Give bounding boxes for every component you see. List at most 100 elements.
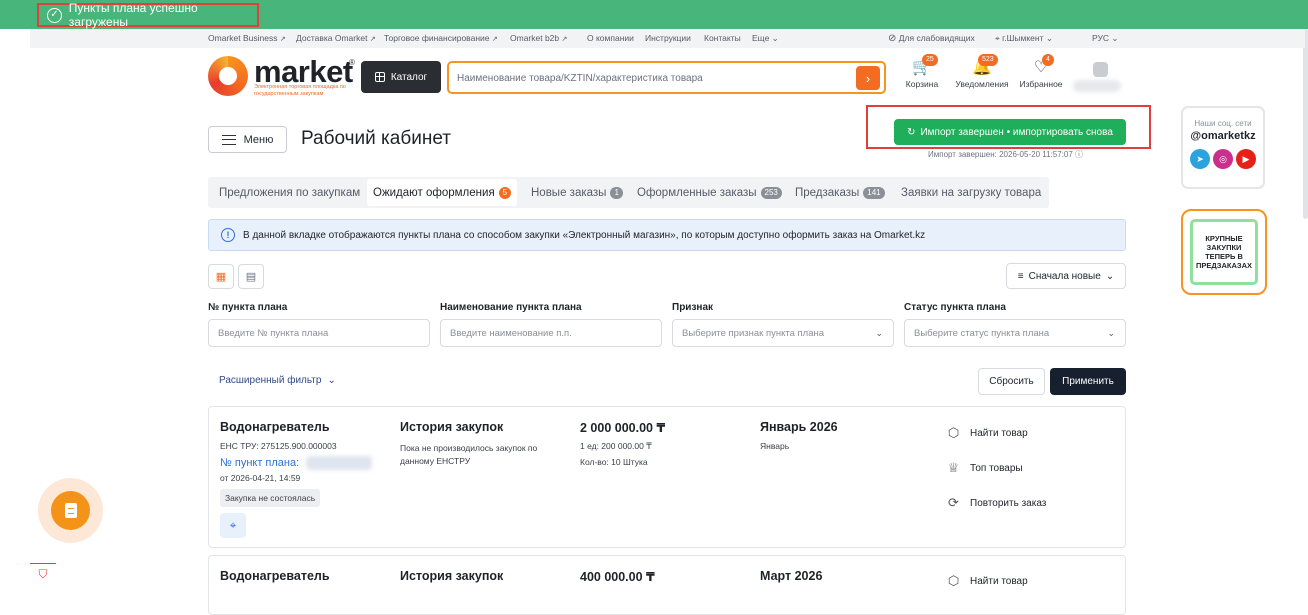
- refresh-icon: ↻: [907, 126, 916, 138]
- chevron-down-icon: ⌄: [1107, 328, 1115, 338]
- tab-count-badge: 5: [498, 186, 512, 199]
- apply-button[interactable]: Применить: [1050, 368, 1126, 395]
- logo[interactable]: market ® Электронная торговая площадка п…: [208, 54, 358, 100]
- total-price: 2 000 000.00 ₸: [580, 421, 666, 435]
- page-title: Рабочий кабинет: [301, 128, 451, 149]
- location-pin-icon: ⌖: [995, 33, 1000, 43]
- chevron-down-icon: ⌄: [1105, 270, 1115, 282]
- external-link-icon: ↗: [369, 36, 376, 43]
- promo-banner[interactable]: КРУПНЫЕ ЗАКУПКИ ТЕПЕРЬ В ПРЕДЗАКАЗАХ: [1181, 209, 1267, 295]
- filter-label: Статус пункта плана: [904, 302, 1006, 313]
- catalog-button[interactable]: Каталог: [361, 61, 441, 93]
- check-circle-icon: ✓: [47, 7, 62, 23]
- heart-icon: ♡ 4: [1018, 54, 1064, 79]
- plan-month: Март 2026: [760, 569, 823, 583]
- plan-name-input[interactable]: Введите наименование п.п.: [440, 319, 662, 347]
- advanced-filter-toggle[interactable]: Расширенный фильтр ⌄: [219, 375, 336, 386]
- eye-off-icon: ⊘: [888, 33, 897, 44]
- import-again-button[interactable]: ↻ Импорт завершен • импортировать снова: [894, 119, 1126, 145]
- feature-select[interactable]: Выберите признак пункта плана ⌄: [672, 319, 894, 347]
- tab-offers[interactable]: Предложения по закупкам: [219, 177, 360, 208]
- tab-preorders[interactable]: Предзаказы 141: [795, 177, 885, 208]
- instagram-icon[interactable]: ◎: [1213, 149, 1233, 169]
- tab-upload-requests[interactable]: Заявки на загрузку товара: [901, 177, 1041, 208]
- grid-icon: [374, 72, 385, 82]
- search-submit-button[interactable]: ›: [856, 66, 880, 90]
- accessibility-link[interactable]: ⊘ Для слабовидящих: [888, 33, 975, 44]
- topnav-link[interactable]: Инструкции: [645, 33, 691, 43]
- ens-code: ЕНС ТРУ: 275125.900.000003: [220, 441, 337, 451]
- total-price: 400 000.00 ₸: [580, 570, 655, 584]
- scrollbar[interactable]: [1303, 29, 1308, 219]
- tab-completed-orders[interactable]: Оформленные заказы 253: [637, 177, 782, 208]
- topnav-link[interactable]: Omarket Business ↗: [208, 33, 286, 43]
- cart-button[interactable]: 🛒 25 Корзина: [905, 54, 939, 89]
- tab-awaiting[interactable]: Ожидают оформления 5: [367, 179, 518, 206]
- status-select[interactable]: Выберите статус пункта плана ⌄: [904, 319, 1126, 347]
- external-link-icon: ↗: [561, 36, 568, 43]
- cart-badge: 25: [922, 54, 938, 66]
- profile-name-redacted: [1073, 80, 1121, 92]
- social-widget: Наши соц. сети @omarketkz ➤ ◎ ▶: [1181, 106, 1265, 189]
- plan-number-redacted: [306, 456, 372, 470]
- topnav-more[interactable]: Еще ⌄: [752, 33, 779, 44]
- floating-document-button[interactable]: [51, 491, 90, 530]
- laravel-icon[interactable]: ⛉: [30, 563, 56, 587]
- search-input[interactable]: [457, 68, 837, 88]
- trophy-icon: ♕: [947, 460, 960, 475]
- city-select[interactable]: ⌖ г.Шымкент ⌄: [995, 33, 1053, 44]
- location-button[interactable]: ⌖: [220, 513, 246, 538]
- grid-view-toggle[interactable]: ▦: [208, 264, 234, 289]
- plan-item-card: Водонагреватель История закупок 400 000.…: [208, 555, 1126, 615]
- box-search-icon: ⬡: [947, 425, 960, 440]
- topnav-link[interactable]: Omarket b2b ↗: [510, 33, 567, 43]
- box-search-icon: ⬡: [947, 573, 960, 588]
- topnav-link[interactable]: Доставка Omarket ↗: [296, 33, 376, 43]
- tab-count-badge: 253: [760, 186, 782, 199]
- grid-view-icon: ▦: [215, 271, 227, 283]
- unit-price: 1 ед: 200 000.00 ₸: [580, 441, 652, 451]
- hamburger-icon: [221, 134, 236, 145]
- promo-text: КРУПНЫЕ ЗАКУПКИ ТЕПЕРЬ В ПРЕДЗАКАЗАХ: [1190, 219, 1258, 285]
- table-view-icon: ▤: [245, 271, 257, 283]
- history-title: История закупок: [400, 420, 504, 434]
- menu-button[interactable]: Меню: [208, 126, 287, 153]
- find-product-button[interactable]: ⬡ Найти товар: [946, 573, 1028, 589]
- avatar[interactable]: [1093, 62, 1108, 77]
- top-products-button[interactable]: ♕ Топ товары: [946, 460, 1023, 476]
- import-status-note: Импорт завершен: 2026-05-20 11:57:07 ⓘ: [928, 150, 1084, 159]
- reset-button[interactable]: Сбросить: [978, 368, 1045, 395]
- language-select[interactable]: РУС ⌄: [1092, 33, 1119, 44]
- plan-number-link[interactable]: № пункт плана:: [220, 457, 299, 469]
- success-toast: ✓ Пункты плана успешно загружены: [37, 1, 259, 29]
- topnav-link[interactable]: О компании: [587, 33, 634, 43]
- logo-reg: ®: [349, 58, 355, 67]
- top-nav: Omarket Business ↗ Доставка Omarket ↗ То…: [30, 29, 1305, 48]
- cart-icon: 🛒 25: [905, 54, 939, 79]
- sort-select[interactable]: ≡ Сначала новые ⌄: [1006, 263, 1126, 289]
- quantity: Кол-во: 10 Штука: [580, 457, 648, 467]
- external-link-icon: ↗: [279, 36, 286, 43]
- help-icon[interactable]: ⓘ: [1075, 150, 1083, 159]
- status-badge: Закупка не состоялась: [220, 489, 321, 507]
- topnav-link[interactable]: Контакты: [704, 33, 741, 43]
- table-view-toggle[interactable]: ▤: [238, 264, 264, 289]
- telegram-icon[interactable]: ➤: [1190, 149, 1210, 169]
- plan-item-card: Водонагреватель ЕНС ТРУ: 275125.900.0000…: [208, 406, 1126, 548]
- repeat-icon: ⟳: [948, 495, 959, 510]
- tab-new-orders[interactable]: Новые заказы 1: [531, 177, 623, 208]
- plan-number-input[interactable]: Введите № пункта плана: [208, 319, 430, 347]
- info-icon: !: [221, 228, 235, 242]
- favorites-badge: 4: [1042, 54, 1054, 66]
- item-name: Водонагреватель: [220, 420, 330, 434]
- chevron-down-icon: ⌄: [1111, 33, 1119, 43]
- location-pin-icon: ⌖: [229, 518, 237, 532]
- favorites-button[interactable]: ♡ 4 Избранное: [1018, 54, 1064, 89]
- topnav-link[interactable]: Торговое финансирование ↗: [384, 33, 498, 43]
- youtube-icon[interactable]: ▶: [1236, 149, 1256, 169]
- notifications-button[interactable]: 🔔 523 Уведомления: [953, 54, 1011, 89]
- repeat-order-button[interactable]: ⟳ Повторить заказ: [946, 495, 1046, 511]
- find-product-button[interactable]: ⬡ Найти товар: [946, 425, 1028, 441]
- tab-count-badge: 1: [610, 186, 623, 199]
- history-title: История закупок: [400, 569, 504, 583]
